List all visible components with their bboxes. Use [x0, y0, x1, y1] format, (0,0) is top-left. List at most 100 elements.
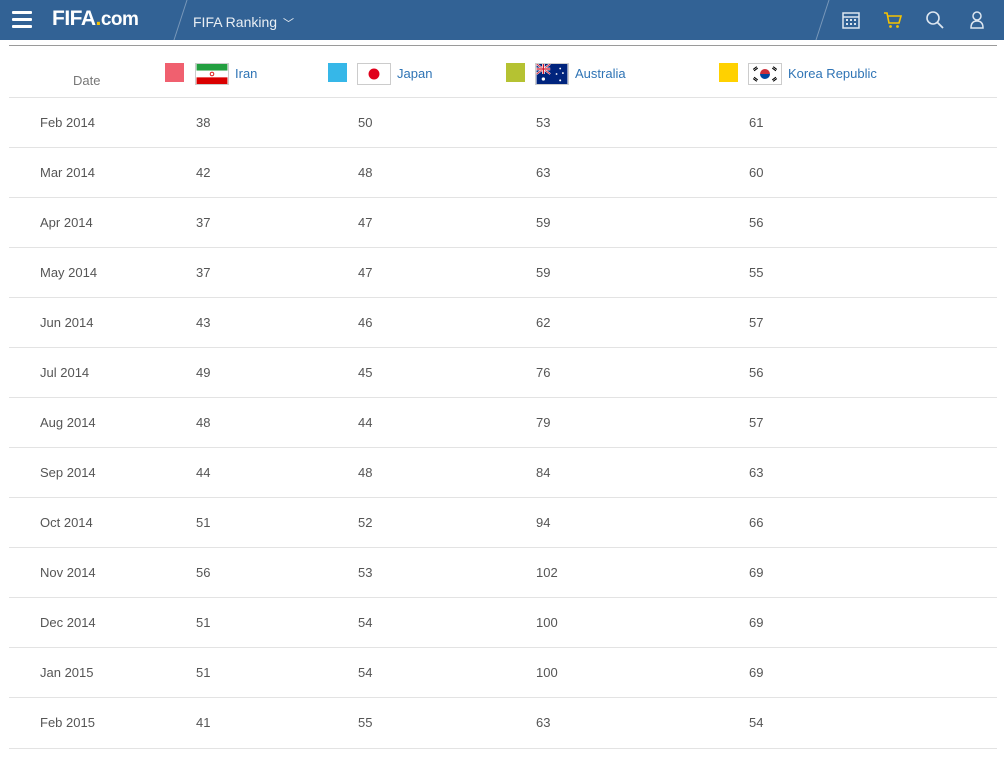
ranking-cell: 100 [536, 615, 558, 630]
table-row: Oct 2014 51 52 94 66 [9, 497, 997, 548]
date-cell: Oct 2014 [40, 515, 93, 530]
section-dropdown[interactable]: FIFA Ranking ﹀ [193, 14, 294, 31]
ranking-cell: 48 [358, 165, 373, 180]
ranking-cell: 79 [536, 415, 551, 430]
ranking-cell: 54 [358, 665, 373, 680]
section-title: FIFA Ranking [193, 14, 278, 30]
ranking-cell: 38 [196, 115, 211, 130]
date-cell: Feb 2014 [40, 115, 95, 130]
ranking-cell: 48 [358, 465, 373, 480]
ranking-cell: 53 [536, 115, 551, 130]
table-row: Jan 2015 51 54 100 69 [9, 647, 997, 698]
ranking-cell: 69 [749, 565, 764, 580]
cart-icon[interactable] [883, 10, 903, 30]
date-cell: Jan 2015 [40, 665, 94, 680]
date-cell: Nov 2014 [40, 565, 96, 580]
ranking-cell: 63 [536, 165, 551, 180]
ranking-cell: 42 [196, 165, 211, 180]
ranking-cell: 57 [749, 315, 764, 330]
table-row: Aug 2014 48 44 79 57 [9, 397, 997, 448]
table-row: Jul 2014 49 45 76 56 [9, 347, 997, 398]
ranking-cell: 66 [749, 515, 764, 530]
ranking-cell: 50 [358, 115, 373, 130]
nav-divider [815, 0, 830, 40]
table-row: May 2014 37 47 59 55 [9, 247, 997, 298]
ranking-cell: 84 [536, 465, 551, 480]
country-link-japan[interactable]: Japan [397, 66, 432, 81]
ranking-cell: 41 [196, 715, 211, 730]
ranking-cell: 63 [749, 465, 764, 480]
ranking-cell: 69 [749, 615, 764, 630]
date-cell: Dec 2014 [40, 615, 96, 630]
ranking-cell: 43 [196, 315, 211, 330]
ranking-cell: 51 [196, 615, 211, 630]
date-column-header: Date [73, 73, 101, 88]
ranking-cell: 51 [196, 515, 211, 530]
chevron-down-icon: ﹀ [283, 18, 295, 30]
ranking-cell: 44 [196, 465, 211, 480]
australia-color-swatch [506, 63, 525, 82]
ranking-cell: 53 [358, 565, 373, 580]
date-cell: May 2014 [40, 265, 98, 280]
ranking-cell: 47 [358, 265, 373, 280]
ranking-cell: 59 [536, 265, 551, 280]
table-row: Apr 2014 37 47 59 56 [9, 197, 997, 248]
ranking-cell: 55 [358, 715, 373, 730]
ranking-cell: 52 [358, 515, 373, 530]
ranking-cell: 49 [196, 365, 211, 380]
ranking-cell: 61 [749, 115, 764, 130]
ranking-cell: 63 [536, 715, 551, 730]
date-cell: Apr 2014 [40, 215, 93, 230]
australia-flag-icon [535, 63, 569, 85]
iran-flag-icon [195, 63, 229, 85]
table-header: Date Iran Japan Australia Korea Republic [0, 46, 1004, 97]
ranking-cell: 59 [536, 215, 551, 230]
ranking-cell: 57 [749, 415, 764, 430]
ranking-cell: 46 [358, 315, 373, 330]
ranking-cell: 47 [358, 215, 373, 230]
date-cell: Feb 2015 [40, 715, 95, 730]
ranking-cell: 100 [536, 665, 558, 680]
fifa-logo[interactable]: FIFA.com [52, 7, 139, 31]
japan-color-swatch [328, 63, 347, 82]
ranking-cell: 54 [749, 715, 764, 730]
ranking-cell: 56 [196, 565, 211, 580]
date-cell: Jun 2014 [40, 315, 94, 330]
top-navigation-bar: FIFA.com FIFA Ranking ﹀ [0, 0, 1004, 40]
nav-divider [173, 0, 188, 40]
table-row: Jun 2014 43 46 62 57 [9, 297, 997, 348]
user-icon[interactable] [967, 10, 987, 30]
table-row: Dec 2014 51 54 100 69 [9, 597, 997, 648]
date-cell: Sep 2014 [40, 465, 96, 480]
country-link-australia[interactable]: Australia [575, 66, 626, 81]
korea-republic-color-swatch [719, 63, 738, 82]
table-row: Feb 2014 38 50 53 61 [9, 97, 997, 148]
table-row: Nov 2014 56 53 102 69 [9, 547, 997, 598]
ranking-cell: 45 [358, 365, 373, 380]
iran-color-swatch [165, 63, 184, 82]
date-cell: Jul 2014 [40, 365, 90, 380]
ranking-cell: 69 [749, 665, 764, 680]
date-cell: Aug 2014 [40, 415, 96, 430]
ranking-cell: 48 [196, 415, 211, 430]
ranking-cell: 55 [749, 265, 764, 280]
table-row: Sep 2014 44 48 84 63 [9, 447, 997, 498]
ranking-cell: 76 [536, 365, 551, 380]
ranking-cell: 37 [196, 215, 211, 230]
date-cell: Mar 2014 [40, 165, 95, 180]
ranking-cell: 44 [358, 415, 373, 430]
ranking-cell: 102 [536, 565, 558, 580]
search-icon[interactable] [925, 10, 945, 30]
country-link-korea-republic[interactable]: Korea Republic [788, 66, 877, 81]
country-link-iran[interactable]: Iran [235, 66, 257, 81]
calendar-icon[interactable] [841, 10, 861, 30]
table-row: Feb 2015 41 55 63 54 [9, 697, 997, 749]
ranking-cell: 54 [358, 615, 373, 630]
ranking-cell: 56 [749, 365, 764, 380]
korea-republic-flag-icon [748, 63, 782, 85]
ranking-cell: 62 [536, 315, 551, 330]
ranking-cell: 37 [196, 265, 211, 280]
japan-flag-icon [357, 63, 391, 85]
menu-icon[interactable] [12, 11, 32, 29]
ranking-cell: 60 [749, 165, 764, 180]
